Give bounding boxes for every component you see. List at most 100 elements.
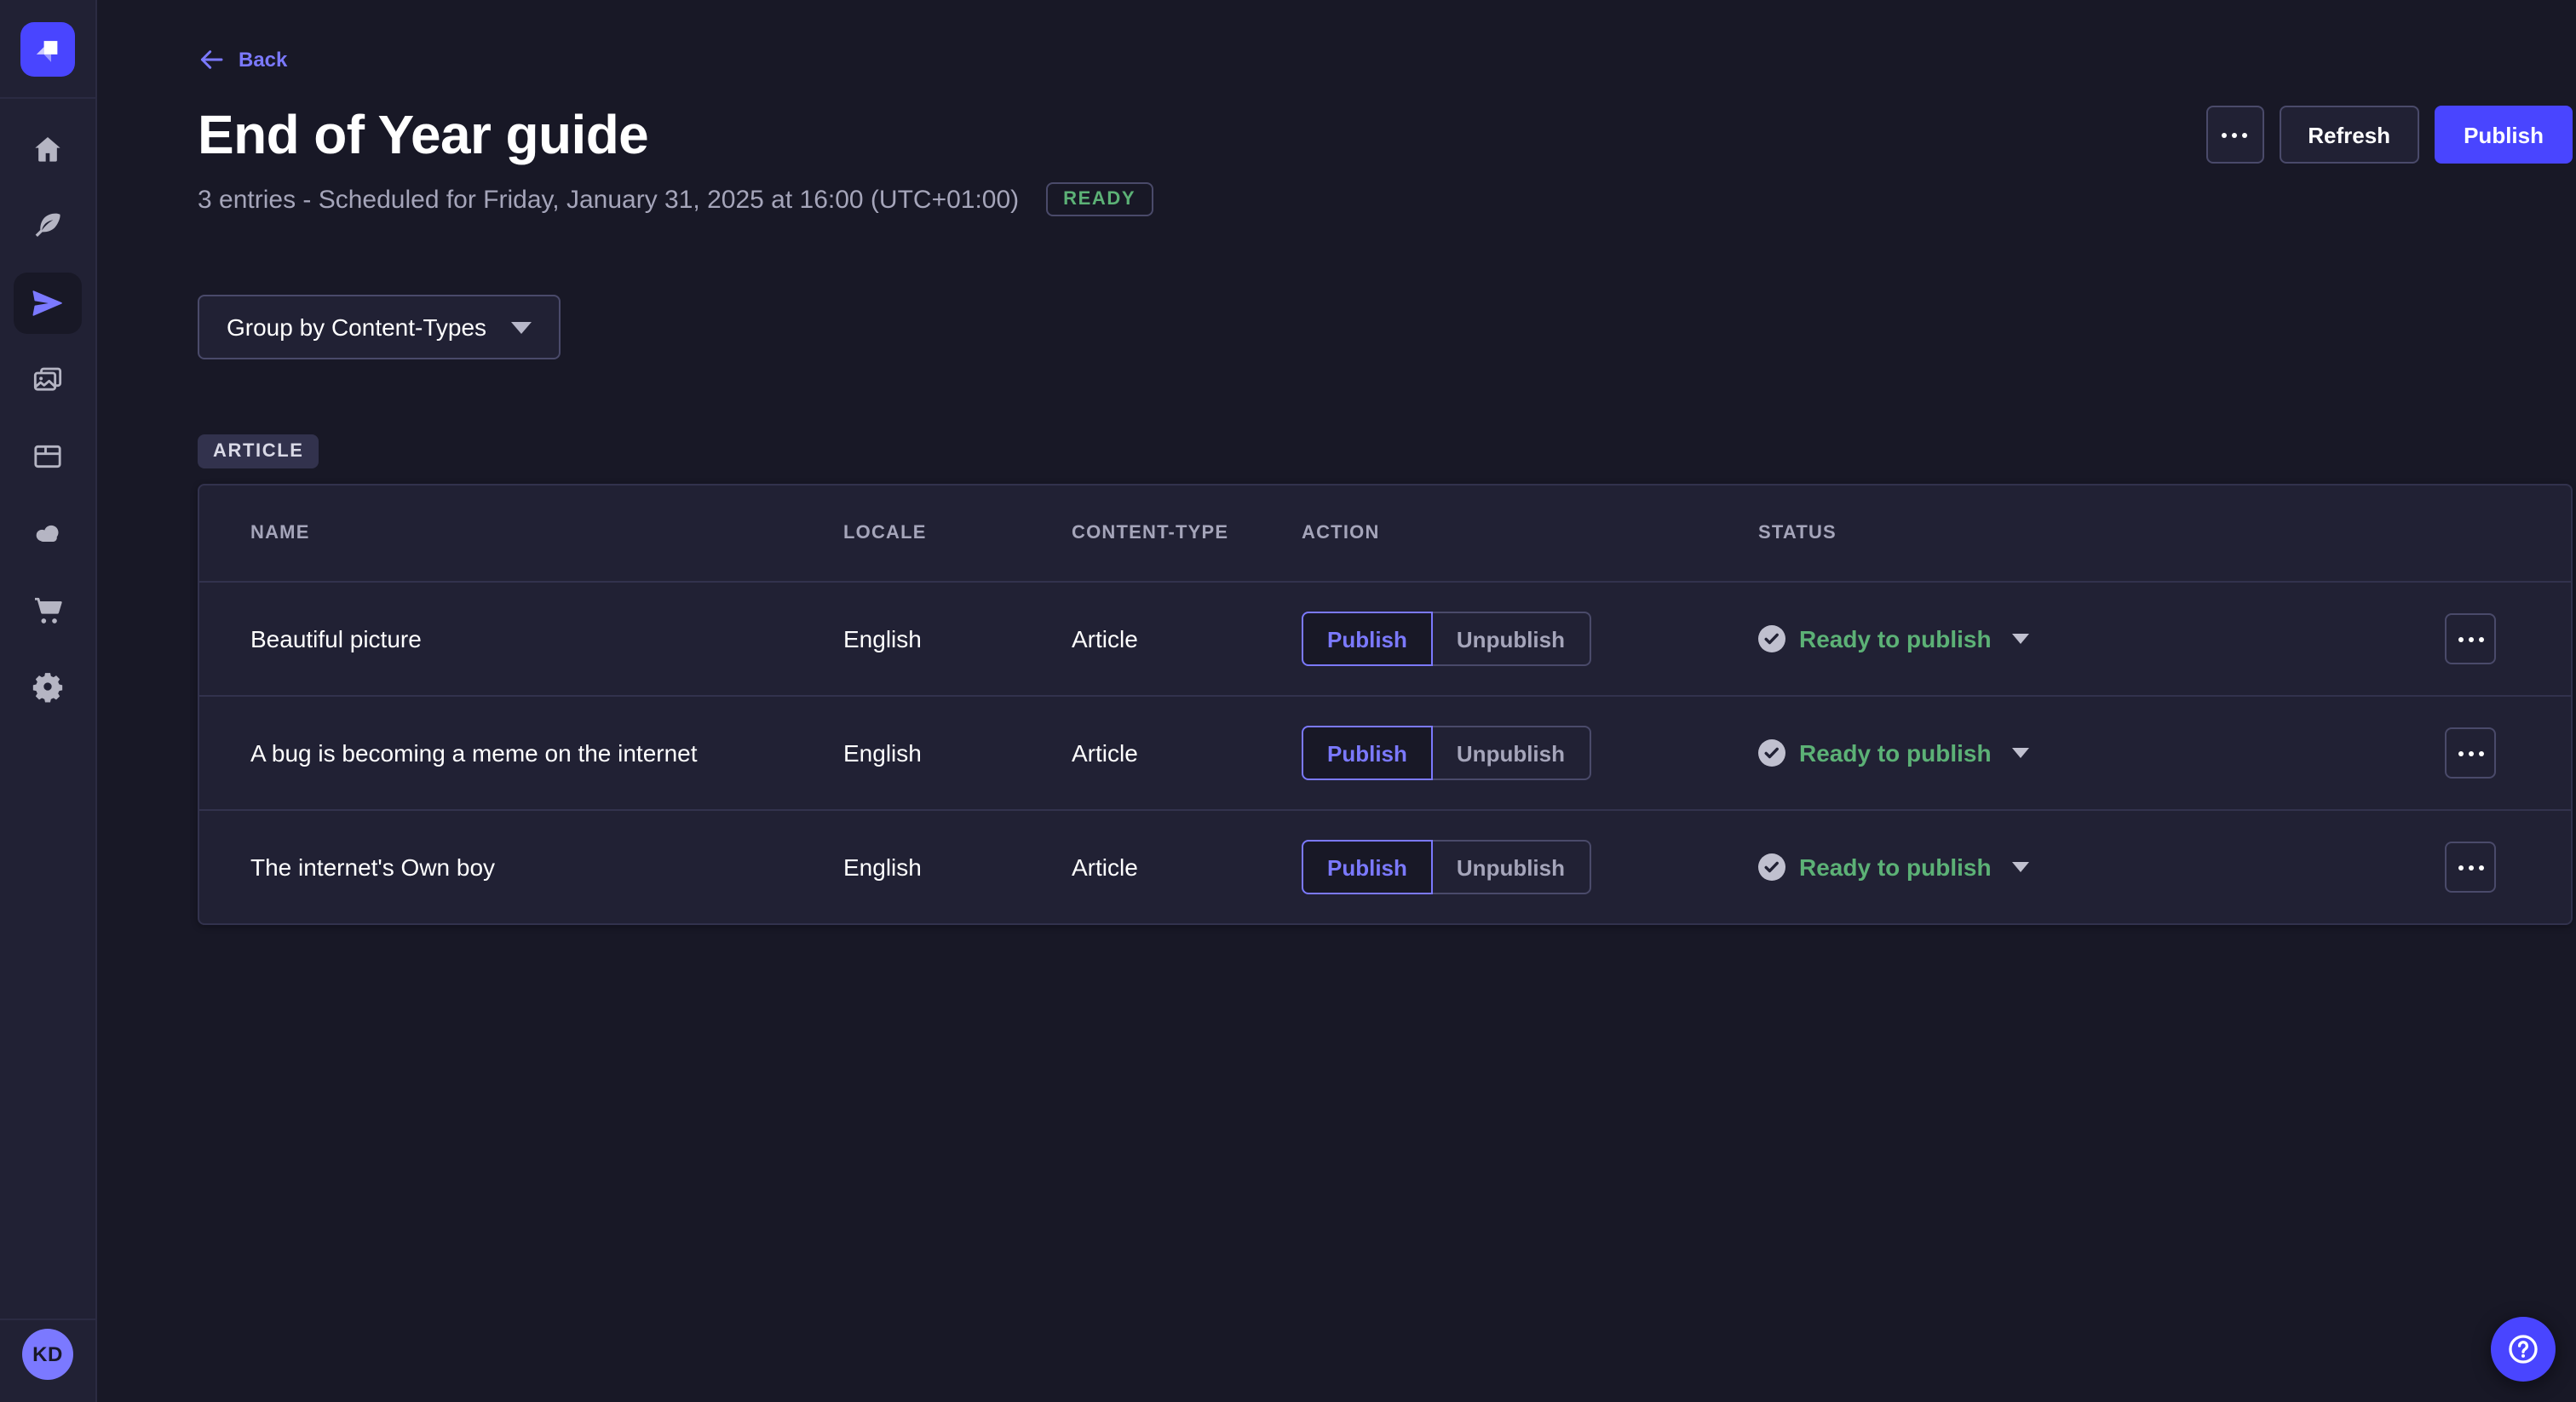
main-content: Back End of Year guide Refresh Publish 3… xyxy=(97,0,2576,1402)
header-actions: Refresh Publish xyxy=(2205,106,2573,164)
chevron-down-icon xyxy=(2012,862,2029,872)
help-button[interactable] xyxy=(2491,1317,2556,1382)
layout-icon xyxy=(31,440,65,474)
group-by-select[interactable]: Group by Content-Types xyxy=(198,295,560,359)
feather-icon xyxy=(31,210,65,244)
subtitle-row: 3 entries - Scheduled for Friday, Januar… xyxy=(198,182,2573,216)
strapi-logo-icon xyxy=(29,31,66,68)
chevron-down-icon xyxy=(2012,634,2029,644)
table-row: The internet's Own boy English Article P… xyxy=(199,809,2571,923)
entries-table: NAMELOCALECONTENT-TYPEACTIONSTATUS Beaut… xyxy=(198,484,2573,925)
sidebar-nav xyxy=(14,119,82,717)
entry-status-cell: Ready to publish xyxy=(1758,853,2445,881)
entry-name: Beautiful picture xyxy=(250,625,843,652)
entry-content-type: Article xyxy=(1072,625,1302,652)
entry-more-cell xyxy=(2445,613,2496,664)
avatar[interactable]: KD xyxy=(22,1329,73,1380)
entry-more-cell xyxy=(2445,842,2496,893)
strapi-logo[interactable] xyxy=(20,22,75,77)
refresh-button[interactable]: Refresh xyxy=(2279,106,2419,164)
column-header: ACTION xyxy=(1302,523,1758,543)
status-badge: READY xyxy=(1046,182,1153,216)
more-dots-icon xyxy=(2458,636,2483,641)
sidebar-item-home[interactable] xyxy=(14,119,82,181)
table-header-row: NAMELOCALECONTENT-TYPEACTIONSTATUS xyxy=(199,486,2571,581)
back-label: Back xyxy=(239,48,287,72)
more-dots-icon xyxy=(2222,132,2247,137)
entry-status-dropdown[interactable]: Ready to publish xyxy=(1758,853,2029,881)
entry-locale: English xyxy=(843,853,1072,881)
unpublish-toggle-button[interactable]: Unpublish xyxy=(1433,840,1590,894)
publish-toggle-button[interactable]: Publish xyxy=(1302,840,1433,894)
sidebar-item-content-manager[interactable] xyxy=(14,196,82,257)
row-more-button[interactable] xyxy=(2445,727,2496,779)
cloud-icon xyxy=(31,516,65,550)
entry-action-cell: Publish Unpublish xyxy=(1302,612,1758,666)
release-summary: 3 entries - Scheduled for Friday, Januar… xyxy=(198,185,1019,214)
publish-release-button[interactable]: Publish xyxy=(2435,106,2573,164)
entry-content-type: Article xyxy=(1072,853,1302,881)
cart-icon xyxy=(31,593,65,627)
table-row: A bug is becoming a meme on the internet… xyxy=(199,695,2571,809)
column-header: LOCALE xyxy=(843,523,1072,543)
entry-status-cell: Ready to publish xyxy=(1758,739,2445,767)
publish-action-toggle: Publish Unpublish xyxy=(1302,726,1590,780)
arrow-left-icon xyxy=(198,46,225,73)
unpublish-toggle-button[interactable]: Unpublish xyxy=(1433,612,1590,666)
entry-locale: English xyxy=(843,625,1072,652)
entry-content-type: Article xyxy=(1072,739,1302,767)
pictures-icon xyxy=(31,363,65,397)
entry-more-cell xyxy=(2445,727,2496,779)
back-link[interactable]: Back xyxy=(198,46,287,73)
sidebar-item-content-type-builder[interactable] xyxy=(14,426,82,487)
entry-status-label: Ready to publish xyxy=(1799,739,1992,767)
entry-name: A bug is becoming a meme on the internet xyxy=(250,739,843,767)
publish-toggle-button[interactable]: Publish xyxy=(1302,726,1433,780)
entry-locale: English xyxy=(843,739,1072,767)
group-by-label: Group by Content-Types xyxy=(227,313,486,341)
gear-icon xyxy=(31,669,65,704)
check-circle-icon xyxy=(1758,739,1785,767)
sidebar-divider xyxy=(0,97,96,99)
page-title: End of Year guide xyxy=(198,104,648,165)
chevron-down-icon xyxy=(2012,748,2029,758)
publish-toggle-button[interactable]: Publish xyxy=(1302,612,1433,666)
entry-action-cell: Publish Unpublish xyxy=(1302,726,1758,780)
column-header: NAME xyxy=(250,523,843,543)
content-type-group-badge: ARTICLE xyxy=(198,434,319,468)
table-row: Beautiful picture English Article Publis… xyxy=(199,581,2571,695)
column-header: CONTENT-TYPE xyxy=(1072,523,1302,543)
table-body: Beautiful picture English Article Publis… xyxy=(199,581,2571,923)
chevron-down-icon xyxy=(510,321,531,333)
sidebar-item-releases[interactable] xyxy=(14,273,82,334)
home-icon xyxy=(31,133,65,167)
entry-status-label: Ready to publish xyxy=(1799,625,1992,652)
column-header: STATUS xyxy=(1758,523,2445,543)
release-more-options-button[interactable] xyxy=(2205,106,2263,164)
sidebar-divider xyxy=(0,1319,96,1320)
entry-action-cell: Publish Unpublish xyxy=(1302,840,1758,894)
question-mark-icon xyxy=(2504,1330,2542,1368)
sidebar-item-cloud[interactable] xyxy=(14,503,82,564)
entry-status-label: Ready to publish xyxy=(1799,853,1992,881)
entry-status-dropdown[interactable]: Ready to publish xyxy=(1758,625,2029,652)
sidebar-footer: KD xyxy=(0,1319,95,1402)
check-circle-icon xyxy=(1758,853,1785,881)
publish-action-toggle: Publish Unpublish xyxy=(1302,840,1590,894)
title-row: End of Year guide Refresh Publish xyxy=(198,104,2573,165)
publish-action-toggle: Publish Unpublish xyxy=(1302,612,1590,666)
app-window: KD Back End of Year guide Refresh Publis… xyxy=(0,0,2576,1402)
sidebar-item-marketplace[interactable] xyxy=(14,579,82,641)
entry-name: The internet's Own boy xyxy=(250,853,843,881)
check-circle-icon xyxy=(1758,625,1785,652)
sidebar-item-media-library[interactable] xyxy=(14,349,82,411)
row-more-button[interactable] xyxy=(2445,842,2496,893)
row-more-button[interactable] xyxy=(2445,613,2496,664)
paper-plane-icon xyxy=(31,286,65,320)
entry-status-dropdown[interactable]: Ready to publish xyxy=(1758,739,2029,767)
unpublish-toggle-button[interactable]: Unpublish xyxy=(1433,726,1590,780)
sidebar: KD xyxy=(0,0,97,1402)
entry-status-cell: Ready to publish xyxy=(1758,625,2445,652)
more-dots-icon xyxy=(2458,865,2483,870)
sidebar-item-settings[interactable] xyxy=(14,656,82,717)
